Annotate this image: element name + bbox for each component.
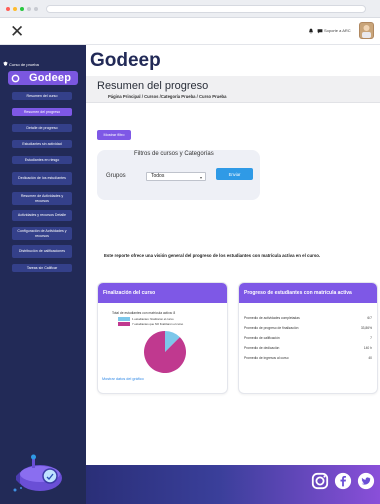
window-close-dot[interactable]: [6, 7, 10, 11]
legend-swatch: [118, 322, 130, 326]
progress-card: Progreso de estudiantes con matrícula ac…: [238, 282, 378, 394]
stat-label: Promedio de progreso de finalización: [244, 326, 299, 330]
stat-label: Promedio de ingresos al curso: [244, 356, 289, 360]
filter-title: Filtros de cursos y Categorías: [134, 151, 214, 157]
completion-card-header: Finalización del curso: [98, 283, 227, 303]
sidebar-item[interactable]: Distribución de calificaciones: [12, 245, 72, 258]
stat-row: Promedio de progreso de finalización 33,8…: [244, 326, 372, 330]
submit-button[interactable]: Enviar: [216, 168, 253, 180]
user-photo-icon: [362, 25, 371, 38]
app-frame: ✕ Soporte a ARC Curso de prueba Godeep R…: [0, 0, 380, 504]
twitter-icon[interactable]: [357, 472, 375, 490]
window-maximize-dot[interactable]: [20, 7, 24, 11]
bell-icon[interactable]: [308, 28, 314, 34]
sidebar-item[interactable]: Dedicación de los estudiantes: [12, 172, 72, 185]
completion-card: Finalización del curso Total de estudian…: [97, 282, 228, 394]
support-link[interactable]: Soporte a ARC: [324, 28, 351, 33]
progress-card-header: Progreso de estudiantes con matrícula ac…: [239, 283, 377, 303]
stat-label: Promedio de dedicación: [244, 346, 280, 350]
groups-select[interactable]: Todos ▾: [146, 172, 206, 181]
stat-value: 140 h: [363, 346, 372, 350]
legend-item: 1 estudiantes: finalizaron el curso: [118, 317, 174, 321]
chevron-down-icon: ▾: [199, 175, 202, 180]
sidebar-item[interactable]: Actividades y recursos Detalle: [12, 210, 72, 221]
legend-item: 7 estudiantes que NO finalizaron el curs…: [118, 322, 183, 326]
breadcrumb[interactable]: Página Principal / Cursos /Categoría Pru…: [108, 94, 226, 99]
stat-value: 40: [368, 356, 372, 360]
completion-pie-chart[interactable]: [142, 329, 188, 375]
sidebar-item[interactable]: Detalle de progreso: [12, 124, 72, 132]
address-bar[interactable]: [46, 5, 366, 13]
show-filter-button[interactable]: Mostrar filtro: [97, 130, 131, 140]
stat-row: Promedio de calificación 7: [244, 336, 372, 340]
completion-card-title: Finalización del curso: [103, 290, 156, 296]
groups-select-value: Todos: [151, 173, 165, 179]
graduation-cap-icon: [3, 61, 8, 66]
stat-value: 33,86%: [360, 326, 372, 330]
show-chart-data-link[interactable]: Mostrar datos del gráfico: [102, 377, 144, 381]
report-intro: Este reporte ofrece una visión general d…: [104, 253, 321, 258]
mascot-submarine-icon: [13, 454, 62, 492]
stat-label: Promedio de calificación: [244, 336, 280, 340]
legend-swatch: [118, 317, 130, 321]
top-bar: ✕ Soporte a ARC: [0, 19, 380, 45]
logo-ring-icon: [11, 74, 20, 83]
sidebar-logo-text: Godeep: [29, 72, 72, 84]
sidebar-item[interactable]: Resumen del progreso: [12, 108, 72, 116]
sidebar-logo[interactable]: Godeep: [8, 71, 78, 85]
sidebar-item[interactable]: Tareas sin Calificar: [12, 264, 72, 272]
stat-row: Promedio de dedicación 140 h: [244, 346, 372, 350]
stat-value: 6/7: [367, 316, 372, 320]
brand-logo: Godeep: [90, 50, 161, 71]
progress-card-title: Progreso de estudiantes con matrícula ac…: [244, 290, 352, 296]
pie-title: Total de estudiantes con matrícula activ…: [112, 311, 176, 315]
user-avatar[interactable]: [359, 22, 374, 39]
stat-row: Promedio de actividades completadas 6/7: [244, 316, 372, 320]
legend-label: 1 estudiantes: finalizaron el curso: [132, 317, 174, 321]
stat-label: Promedio de actividades completadas: [244, 316, 300, 320]
legend-label: 7 estudiantes que NO finalizaron el curs…: [132, 322, 184, 326]
window-extra-dot: [27, 7, 31, 11]
course-link[interactable]: Curso de prueba: [9, 62, 39, 67]
close-icon[interactable]: ✕: [10, 21, 24, 43]
stat-row: Promedio de ingresos al curso 40: [244, 356, 372, 360]
browser-chrome: [0, 0, 380, 18]
sidebar-item[interactable]: Resumen de Actividades y recursos: [12, 192, 72, 205]
stat-value: 7: [370, 336, 372, 340]
sidebar-item[interactable]: Resumen del curso: [12, 92, 72, 100]
page-title: Resumen del progreso: [97, 80, 209, 92]
sidebar-item[interactable]: Configuración de Actividades y recursos: [12, 227, 72, 240]
instagram-icon[interactable]: [311, 472, 329, 490]
facebook-icon[interactable]: [334, 472, 352, 490]
sidebar-item[interactable]: Estudiantes sin actividad: [12, 140, 72, 148]
window-minimize-dot[interactable]: [13, 7, 17, 11]
sidebar-item[interactable]: Estudiantes en riesgo: [12, 156, 72, 164]
sidebar: Curso de prueba Godeep Resumen del curso…: [0, 45, 86, 504]
chat-icon[interactable]: [317, 28, 323, 34]
groups-label: Grupos: [106, 173, 126, 179]
window-extra-dot: [34, 7, 38, 11]
